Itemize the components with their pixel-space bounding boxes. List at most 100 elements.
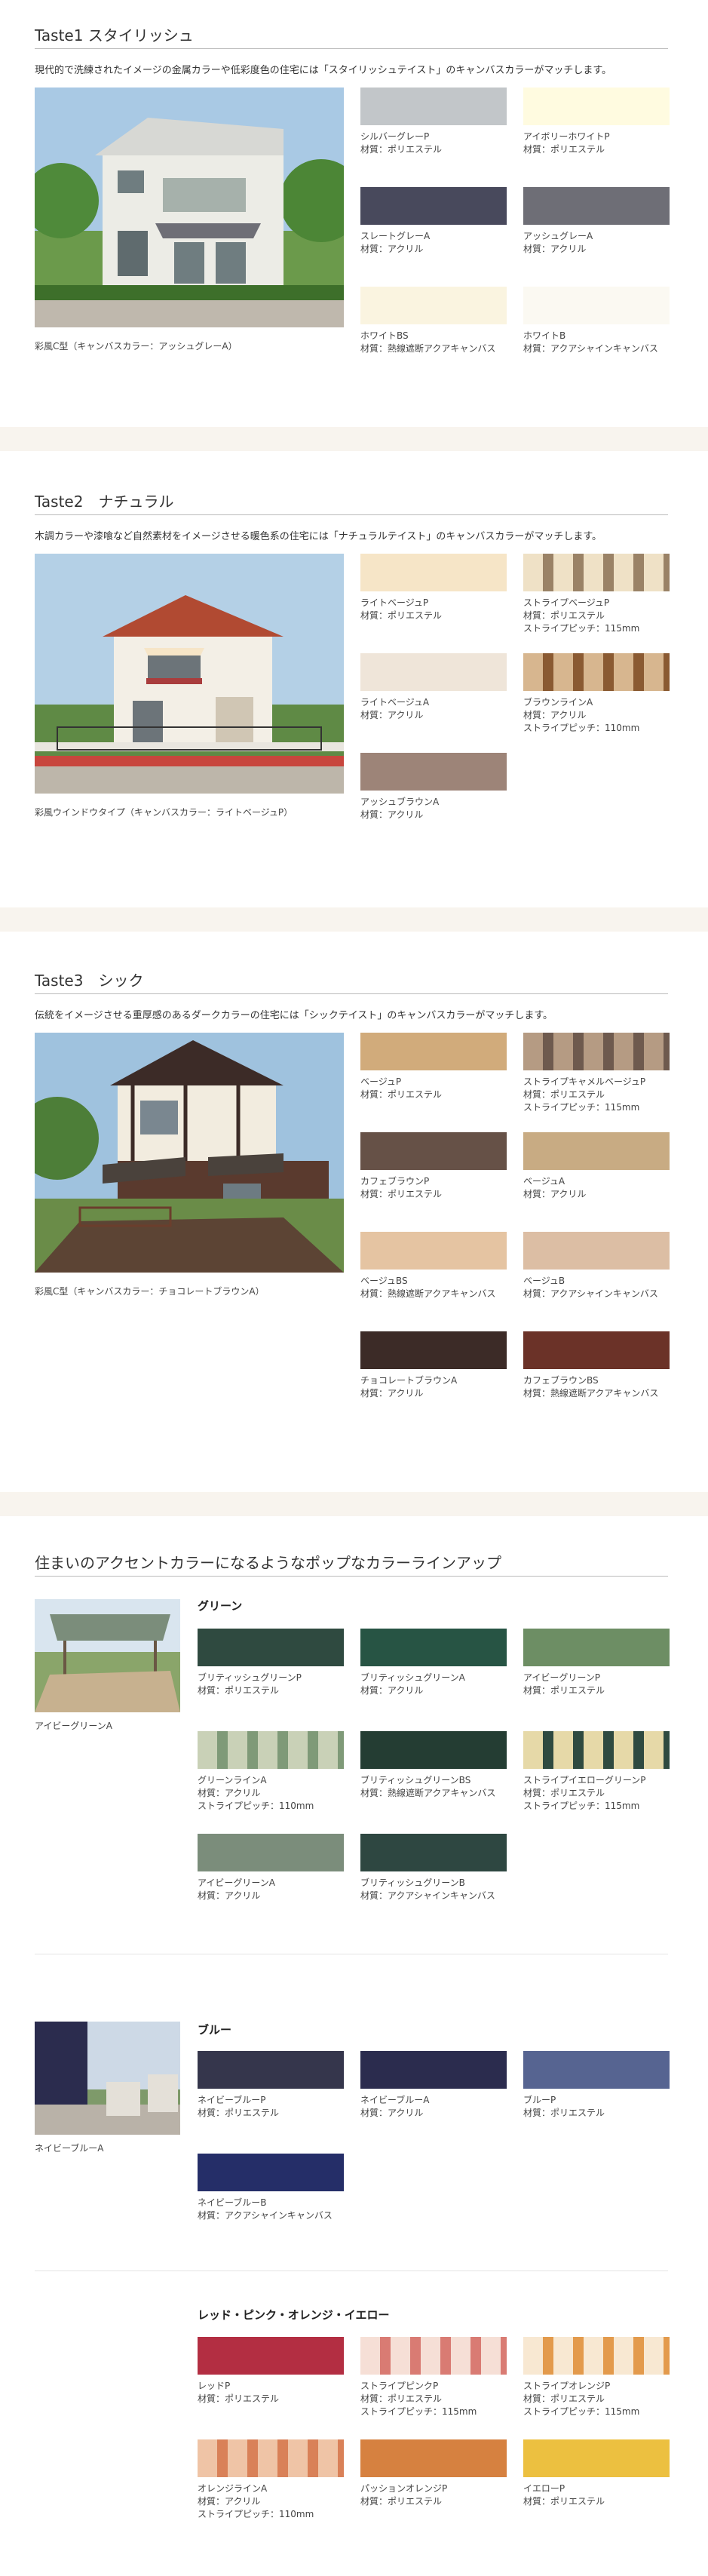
color-swatch: ストライプベージュP 材質：ポリエステル ストライプピッチ：115mm: [523, 554, 670, 635]
swatch-spec: 材質：アクアシャインキャンバス: [523, 343, 658, 354]
color-swatch: レッドP 材質：ポリエステル: [198, 2337, 344, 2406]
section-description: 木調カラーや漆喰など自然素材をイメージさせる暖色系の住宅には「ナチュラルテイスト…: [35, 531, 602, 542]
swatch-spec: 材質：アクリル: [360, 244, 424, 254]
swatch-color-chip: [523, 88, 670, 125]
color-swatch: ライトベージュP 材質：ポリエステル: [360, 554, 507, 622]
swatch-name: ブリティッシュグリーンB: [360, 1878, 465, 1888]
swatch-color-chip: [523, 2439, 670, 2477]
accent-photo-green: アイビーグリーンA: [35, 1599, 180, 1732]
section-title: Taste1 スタイリッシュ: [35, 23, 668, 49]
swatch-label: グリーンラインA 材質：アクリル ストライプピッチ：110mm: [198, 1774, 344, 1813]
swatch-spec: ストライプピッチ：115mm: [523, 623, 640, 634]
color-swatch: ライトベージュA 材質：アクリル: [360, 653, 507, 722]
swatch-name: ストライプキャメルベージュP: [523, 1076, 646, 1087]
color-swatch: アッシュブラウンA 材質：アクリル: [360, 753, 507, 821]
color-swatch: ブリティッシュグリーンA 材質：アクリル: [360, 1629, 507, 1697]
color-swatch: ストライプオレンジP 材質：ポリエステル ストライプピッチ：115mm: [523, 2337, 670, 2418]
swatch-name: ライトベージュP: [360, 597, 429, 608]
swatch-label: チョコレートブラウンA 材質：アクリル: [360, 1374, 507, 1400]
swatch-spec: 材質：熱線遮断アクアキャンバス: [360, 1288, 496, 1299]
color-swatch: イエローP 材質：ポリエステル: [523, 2439, 670, 2508]
swatch-spec: 材質：ポリエステル: [523, 144, 605, 155]
swatch-spec: 材質：アクリル: [360, 1388, 424, 1399]
swatch-label: ベージュA 材質：アクリル: [523, 1175, 670, 1201]
swatch-color-chip: [360, 1132, 507, 1170]
swatch-spec: 材質：アクリル: [523, 1189, 587, 1199]
swatch-name: ネイビーブルーA: [360, 2095, 430, 2105]
swatch-name: レッドP: [198, 2381, 231, 2391]
accent-photo-blue: ネイビーブルーA: [35, 2022, 180, 2154]
swatch-spec: 材質：アクリル: [523, 710, 587, 720]
swatch-name: チョコレートブラウンA: [360, 1375, 458, 1386]
swatch-color-chip: [523, 653, 670, 691]
swatch-color-chip: [198, 1731, 344, 1769]
swatch-label: ホワイトBS 材質：熱線遮断アクアキャンバス: [360, 330, 507, 355]
house-photo: [35, 554, 344, 794]
swatch-name: ベージュA: [523, 1176, 565, 1187]
swatch-name: ライトベージュA: [360, 697, 430, 708]
swatch-color-chip: [360, 753, 507, 791]
swatch-color-chip: [360, 1033, 507, 1070]
swatch-spec: 材質：ポリエステル: [523, 1685, 605, 1696]
color-swatch: アイビーグリーンP 材質：ポリエステル: [523, 1629, 670, 1697]
color-swatch: ブリティッシュグリーンBS 材質：熱線遮断アクアキャンバス: [360, 1731, 507, 1800]
swatch-name: シルバーグレーP: [360, 131, 430, 142]
swatch-name: ベージュP: [360, 1076, 402, 1087]
swatch-label: アッシュブラウンA 材質：アクリル: [360, 796, 507, 821]
swatch-label: ベージュP 材質：ポリエステル: [360, 1076, 507, 1101]
swatch-label: シルバーグレーP 材質：ポリエステル: [360, 130, 507, 156]
swatch-label: ブリティッシュグリーンBS 材質：熱線遮断アクアキャンバス: [360, 1774, 507, 1800]
swatch-name: パッションオレンジP: [360, 2483, 448, 2494]
section-divider-band: [0, 1492, 708, 1516]
photo-caption: 彩風ウインドウタイプ（キャンバスカラー：ライトベージュP）: [35, 807, 293, 818]
swatch-spec: 材質：熱線遮断アクアキャンバス: [523, 1388, 659, 1399]
swatch-color-chip: [360, 1731, 507, 1769]
swatch-name: アイビーグリーンP: [523, 1672, 601, 1683]
swatch-color-chip: [523, 1232, 670, 1270]
color-swatch: オレンジラインA 材質：アクリル ストライプピッチ：110mm: [198, 2439, 344, 2521]
swatch-name: ストライプベージュP: [523, 597, 610, 608]
color-swatch: アイビーグリーンA 材質：アクリル: [198, 1834, 344, 1902]
swatch-name: ブラウンラインA: [523, 697, 593, 708]
swatch-label: アッシュグレーA 材質：アクリル: [523, 230, 670, 256]
color-swatch: ホワイトB 材質：アクアシャインキャンバス: [523, 287, 670, 355]
color-swatch: ブラウンラインA 材質：アクリルストライプピッチ：110mm: [523, 653, 670, 735]
swatch-label: アイビーグリーンP 材質：ポリエステル: [523, 1672, 670, 1697]
color-swatch: ブルーP 材質：ポリエステル: [523, 2051, 670, 2120]
swatch-label: ベージュBS 材質：熱線遮断アクアキャンバス: [360, 1275, 507, 1300]
photo-caption: 彩風C型（キャンバスカラー：チョコレートブラウンA）: [35, 1286, 265, 1297]
swatch-name: ネイビーブルーB: [198, 2197, 267, 2208]
swatch-spec: ストライプピッチ：110mm: [523, 723, 640, 733]
swatch-color-chip: [198, 2051, 344, 2089]
taste-section-natural: Taste2 ナチュラル 木調カラーや漆喰など自然素材をイメージさせる暖色系の住…: [0, 489, 708, 843]
swatch-name: ネイビーブルーP: [198, 2095, 266, 2105]
swatch-label: カフェブラウンBS 材質：熱線遮断アクアキャンバス: [523, 1374, 670, 1400]
swatch-label: パッションオレンジP 材質：ポリエステル: [360, 2482, 507, 2508]
color-swatch: スレートグレーA 材質：アクリル: [360, 187, 507, 256]
swatch-label: カフェブラウンP 材質：ポリエステル: [360, 1175, 507, 1201]
swatch-name: ストライプオレンジP: [523, 2381, 611, 2391]
photo-caption: 彩風C型（キャンバスカラー：アッシュグレーA）: [35, 341, 238, 352]
swatch-label: ネイビーブルーB 材質：アクアシャインキャンバス: [198, 2197, 344, 2222]
swatch-spec: 材質：熱線遮断アクアキャンバス: [360, 1788, 496, 1798]
swatch-label: ブリティッシュグリーンP 材質：ポリエステル: [198, 1672, 344, 1697]
swatch-spec: 材質：ポリエステル: [360, 2393, 443, 2404]
color-swatch: ネイビーブルーP 材質：ポリエステル: [198, 2051, 344, 2120]
swatch-label: ホワイトB 材質：アクアシャインキャンバス: [523, 330, 670, 355]
swatch-label: スレートグレーA 材質：アクリル: [360, 230, 507, 256]
swatch-spec: 材質：アクアシャインキャンバス: [198, 2210, 333, 2221]
swatch-name: ホワイトBS: [360, 330, 409, 341]
color-swatch: グリーンラインA 材質：アクリル ストライプピッチ：110mm: [198, 1731, 344, 1813]
color-swatch: ストライプイエローグリーンP 材質：ポリエステル ストライプピッチ：115mm: [523, 1731, 670, 1813]
swatch-color-chip: [523, 1033, 670, 1070]
color-swatch: ストライプピンクP 材質：ポリエステル ストライプピッチ：115mm: [360, 2337, 507, 2418]
swatch-color-chip: [360, 1629, 507, 1666]
section-divider-band: [0, 427, 708, 451]
swatch-color-chip: [198, 2337, 344, 2375]
swatch-color-chip: [360, 2337, 507, 2375]
swatch-name: アイビーグリーンA: [198, 1878, 276, 1888]
section-description: 伝統をイメージさせる重厚感のあるダークカラーの住宅には「シックテイスト」のキャン…: [35, 1010, 553, 1021]
swatch-color-chip: [523, 1331, 670, 1369]
swatch-spec: 材質：ポリエステル: [198, 2393, 280, 2404]
swatch-label: ライトベージュA 材質：アクリル: [360, 696, 507, 722]
